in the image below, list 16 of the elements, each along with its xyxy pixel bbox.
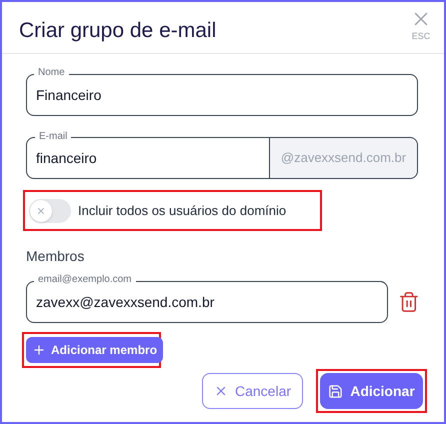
dialog-title: Criar grupo de e-mail — [19, 18, 216, 44]
cancel-button[interactable]: Cancelar — [202, 373, 303, 409]
members-heading: Membros — [26, 247, 86, 266]
save-icon — [328, 384, 344, 398]
trash-icon[interactable] — [398, 291, 420, 313]
field-value: zavexx@zavexxsend.com.br — [36, 292, 214, 312]
x-icon — [36, 206, 46, 216]
field-label: email@exemplo.com — [34, 273, 136, 287]
plus-icon — [32, 343, 46, 357]
add-member-button[interactable]: Adicionar membro — [26, 337, 164, 363]
name-field[interactable]: Financeiro — [26, 74, 418, 116]
toggle-switch[interactable] — [29, 198, 71, 222]
esc-hint: ESC — [412, 30, 430, 43]
field-value: Financeiro — [36, 86, 102, 104]
toggle-label: Incluir todos os usuários do domínio — [78, 202, 286, 220]
submit-button[interactable]: Adicionar — [320, 373, 423, 409]
